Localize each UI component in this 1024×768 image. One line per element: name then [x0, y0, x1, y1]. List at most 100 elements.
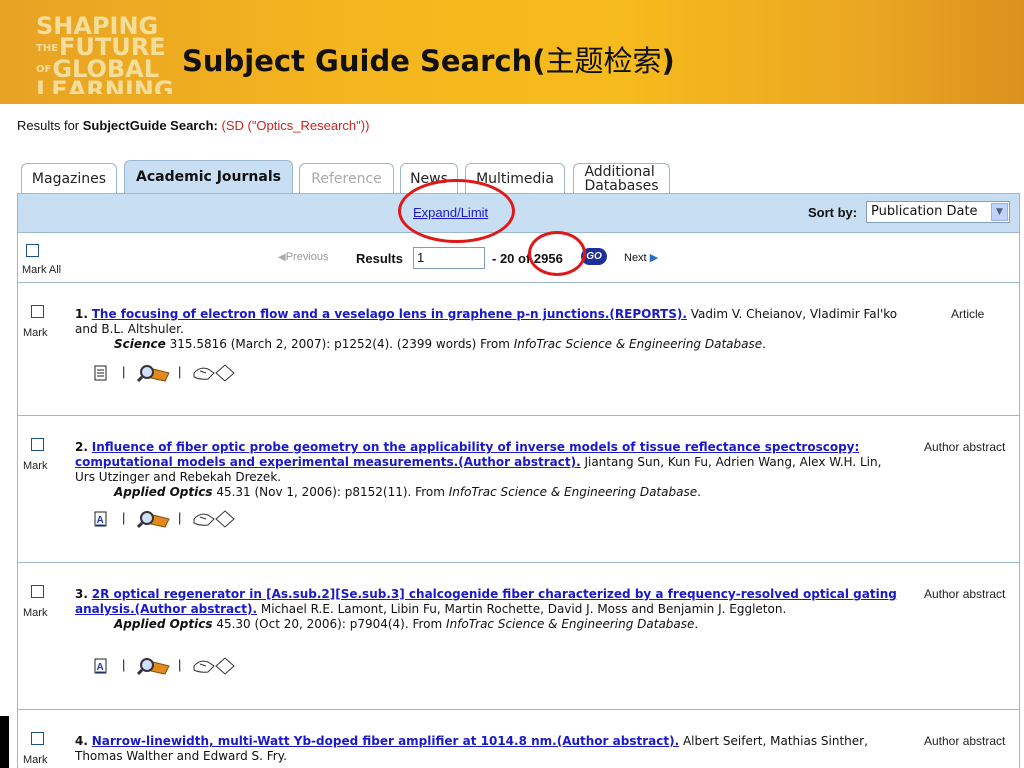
result-type: Author abstract: [924, 587, 1006, 601]
tab-label: Reference: [311, 170, 382, 187]
page-title-close: ): [661, 44, 675, 78]
result-actions: A | |: [94, 656, 274, 676]
link-hand-icon[interactable]: [192, 656, 236, 676]
tab-academic-journals[interactable]: Academic Journals: [124, 160, 293, 193]
sort-by-value: Publication Date: [871, 204, 978, 219]
result-journal: Science: [114, 337, 166, 351]
tab-reference: Reference: [299, 163, 394, 193]
logo-line-4: LEARNING: [36, 80, 174, 94]
result-journal: Applied Optics: [114, 485, 213, 499]
result-body: 2. Influence of fiber optic probe geomet…: [75, 440, 900, 500]
logo-small-of: OF: [36, 64, 52, 75]
highlight-circle-expand-limit: [398, 179, 515, 243]
mark-label: Mark: [23, 607, 48, 619]
mark-all-checkbox[interactable]: [26, 244, 39, 257]
result-source: Applied Optics 45.30 (Oct 20, 2006): p79…: [75, 617, 900, 632]
svg-text:A: A: [97, 662, 104, 673]
result-database: InfoTrac Science & Engineering Database: [513, 337, 763, 351]
tab-label: Academic Journals: [136, 169, 281, 185]
result-citation: 45.30 (Oct 20, 2006): p7904(4). From: [212, 617, 447, 631]
mark-checkbox[interactable]: [31, 732, 44, 745]
icon-separator: |: [178, 364, 182, 379]
sort-by-select[interactable]: Publication Date ▼: [866, 201, 1010, 223]
mark-checkbox[interactable]: [31, 585, 44, 598]
result-title-link[interactable]: Narrow-linewidth, multi-Watt Yb-doped fi…: [92, 734, 679, 748]
result-actions: | |: [94, 363, 274, 383]
abstract-document-icon[interactable]: A: [94, 511, 108, 527]
mark-label: Mark: [23, 460, 48, 472]
result-item: Mark 2. Influence of fiber optic probe g…: [18, 416, 1019, 563]
result-number: 1.: [75, 307, 88, 321]
tab-label-line2: Databases: [584, 177, 659, 194]
result-actions: A | |: [94, 509, 274, 529]
highlight-circle-result-count: [528, 231, 586, 276]
result-title-link[interactable]: The focusing of electron flow and a vese…: [92, 307, 687, 321]
results-for-label: SubjectGuide Search:: [82, 118, 218, 133]
icon-separator: |: [178, 510, 182, 525]
magnifier-icon[interactable]: [137, 656, 171, 676]
triangle-left-icon: ◀: [278, 252, 286, 263]
magnifier-icon[interactable]: [137, 363, 171, 383]
result-item: Mark 3. 2R optical regenerator in [As.su…: [18, 563, 1019, 710]
result-end: .: [762, 337, 766, 351]
shaping-future-logo: SHAPING THEFUTURE OFGLOBAL LEARNING: [36, 14, 174, 94]
link-hand-icon[interactable]: [192, 363, 236, 383]
result-number: 3.: [75, 587, 88, 601]
full-text-document-icon[interactable]: [94, 365, 108, 381]
result-body: 4. Narrow-linewidth, multi-Watt Yb-doped…: [75, 734, 900, 764]
svg-text:A: A: [97, 515, 104, 526]
mark-label: Mark: [23, 754, 48, 766]
result-journal: Applied Optics: [114, 617, 213, 631]
icon-separator: |: [122, 510, 126, 525]
result-citation: 315.5816 (March 2, 2007): p1252(4). (239…: [165, 337, 514, 351]
result-number: 4.: [75, 734, 88, 748]
previous-link: ◀Previous: [278, 251, 329, 263]
result-source: Science 315.5816 (March 2, 2007): p1252(…: [75, 337, 900, 352]
mark-checkbox[interactable]: [31, 438, 44, 451]
result-item: Mark 1. The focusing of electron flow an…: [18, 283, 1019, 416]
results-label: Results: [356, 251, 403, 266]
results-for-caption: Results for SubjectGuide Search: (SD ("O…: [17, 118, 369, 133]
result-body: 3. 2R optical regenerator in [As.sub.2][…: [75, 587, 900, 632]
tab-label: Magazines: [31, 170, 107, 187]
icon-separator: |: [122, 657, 126, 672]
results-list: Mark 1. The focusing of electron flow an…: [17, 283, 1020, 768]
page-title-cjk: 主题检索: [545, 44, 662, 78]
link-hand-icon[interactable]: [192, 509, 236, 529]
result-end: .: [694, 617, 699, 631]
header-banner: SHAPING THEFUTURE OFGLOBAL LEARNING Subj…: [0, 0, 1024, 104]
result-database: InfoTrac Science & Engineering Database: [446, 617, 695, 631]
result-item: Mark 4. Narrow-linewidth, multi-Watt Yb-…: [18, 710, 1019, 768]
chevron-down-icon[interactable]: ▼: [991, 203, 1008, 221]
previous-label: Previous: [285, 251, 329, 263]
result-type: Article: [951, 307, 985, 321]
tab-magazines[interactable]: Magazines: [21, 163, 117, 193]
slide-edge-bar: [0, 716, 9, 768]
result-type: Author abstract: [924, 734, 1006, 748]
logo-line-3: GLOBAL: [52, 54, 160, 83]
page-number-input[interactable]: 1: [413, 247, 485, 269]
result-source: Applied Optics 45.31 (Nov 1, 2006): p815…: [75, 485, 900, 500]
next-label: Next: [624, 252, 647, 264]
sort-by-label: Sort by:: [808, 205, 858, 220]
results-for-prefix: Results for: [17, 118, 80, 133]
icon-separator: |: [178, 657, 182, 672]
result-body: 1. The focusing of electron flow and a v…: [75, 307, 900, 352]
result-database: InfoTrac Science & Engineering Database: [448, 485, 698, 499]
logo-small-the: THE: [36, 42, 59, 54]
search-query: (SD ("Optics_Research")): [221, 118, 370, 133]
icon-separator: |: [122, 364, 126, 379]
tab-additional-databases[interactable]: Additional Databases: [573, 163, 670, 193]
result-citation: 45.31 (Nov 1, 2006): p8152(11). From: [212, 485, 449, 499]
result-number: 2.: [75, 440, 88, 454]
mark-label: Mark: [23, 327, 48, 339]
tab-label-line1: Additional: [584, 163, 655, 180]
mark-checkbox[interactable]: [31, 305, 44, 318]
page-title-text: Subject Guide Search(: [182, 44, 546, 78]
result-authors: Michael R.E. Lamont, Libin Fu, Martin Ro…: [257, 602, 787, 616]
next-link[interactable]: Next ▶: [624, 251, 658, 264]
triangle-right-icon: ▶: [649, 252, 659, 264]
mark-all-label: Mark All: [22, 264, 62, 276]
magnifier-icon[interactable]: [137, 509, 171, 529]
abstract-document-icon[interactable]: A: [94, 658, 108, 674]
